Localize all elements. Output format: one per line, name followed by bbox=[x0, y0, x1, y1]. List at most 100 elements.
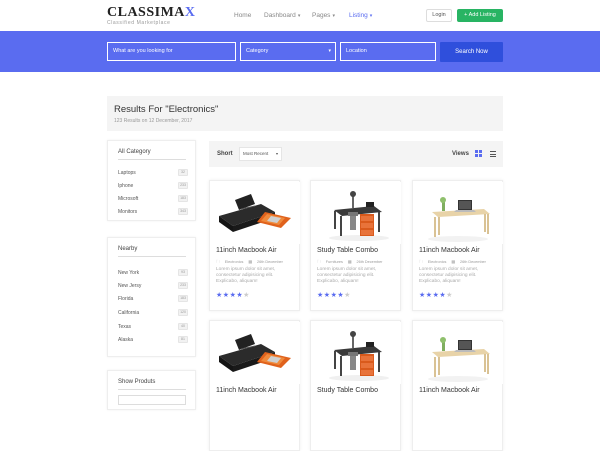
nearby-item-texas[interactable]: Texas 40 bbox=[118, 322, 188, 332]
nearby-item-alaska[interactable]: Alaska 81 bbox=[118, 335, 188, 345]
listing-description: Lorem ipsum dolor sit amet, consectetur … bbox=[317, 267, 377, 284]
star-icon: ★ bbox=[344, 292, 351, 299]
count-badge: 343 bbox=[178, 208, 188, 215]
category-select-label: Category bbox=[246, 48, 269, 54]
results-header: Results For "Electronics" 123 Results on… bbox=[107, 96, 503, 131]
count-badge: 40 bbox=[178, 323, 188, 330]
listing-title[interactable]: Study Table Combo bbox=[317, 247, 378, 254]
star-icon: ★ bbox=[317, 292, 324, 299]
listing-category[interactable]: Furnitures bbox=[326, 260, 343, 264]
brand-name: CLASSIMAX bbox=[107, 5, 196, 20]
nav-pages-menu[interactable]: Pages ▾ bbox=[312, 12, 335, 19]
category-item-iphone[interactable]: Iphone 233 bbox=[118, 181, 188, 191]
listing-date: 26th December bbox=[356, 260, 383, 264]
list-item-label: Laptops bbox=[118, 170, 136, 176]
listing-image[interactable] bbox=[414, 322, 503, 384]
brand-logo[interactable]: CLASSIMAX Classified Marketplace bbox=[107, 5, 196, 27]
listing-card[interactable]: Study Table Combo 🗀 Furnitures ▦ 26th Decem… bbox=[310, 180, 401, 311]
list-item-label: Monitors bbox=[118, 209, 138, 215]
list-item-label: Microsoft bbox=[118, 196, 139, 202]
category-item-monitors[interactable]: Monitors 343 bbox=[118, 207, 188, 217]
category-item-microsoft[interactable]: Microsoft 183 bbox=[118, 194, 188, 204]
nearby-item-new-jersy[interactable]: New Jersy 233 bbox=[118, 281, 188, 291]
nav-dashboard-label: Dashboard bbox=[264, 12, 296, 19]
listing-meta: 🗀 Electronics ▦ 26th December bbox=[419, 259, 491, 266]
nav-pages-label: Pages bbox=[312, 12, 331, 19]
nearby-item-florida[interactable]: Florida 183 bbox=[118, 294, 188, 304]
top-navbar: CLASSIMAX Classified Marketplace Home Da… bbox=[0, 0, 600, 31]
list-view-icon[interactable] bbox=[489, 150, 497, 158]
listing-image[interactable] bbox=[414, 182, 503, 244]
listing-card[interactable]: 11inch Macbook Air bbox=[209, 320, 300, 451]
show-products-input[interactable] bbox=[118, 395, 186, 405]
category-item-laptops[interactable]: Laptops 32 bbox=[118, 168, 188, 178]
views-label: Views bbox=[452, 151, 469, 157]
listing-date: 26th December bbox=[256, 260, 283, 264]
chevron-down-icon: ▾ bbox=[369, 13, 373, 19]
list-item-label: New York bbox=[118, 270, 140, 276]
category-filter-panel: All Category Laptops 32 Iphone 233 Microso… bbox=[107, 140, 196, 221]
listing-image[interactable] bbox=[312, 182, 401, 244]
sort-select[interactable]: Most Recent ▾ bbox=[239, 147, 282, 161]
panel-title: Show Produts bbox=[118, 379, 156, 385]
listing-title[interactable]: 11inch Macbook Air bbox=[419, 387, 480, 394]
star-icon: ★ bbox=[216, 292, 223, 299]
list-item-label: Florida bbox=[118, 296, 134, 302]
listing-card[interactable]: 11inch Macbook Air 🗀 Electronics ▦ 26th Dec… bbox=[412, 180, 503, 311]
listing-title[interactable]: 11inch Macbook Air bbox=[216, 387, 277, 394]
list-item-label: Texas bbox=[118, 324, 132, 330]
listing-meta: 🗀 Electronics ▦ 26th December bbox=[216, 259, 288, 266]
listing-category[interactable]: Electronics bbox=[225, 260, 244, 264]
folder-icon: 🗀 bbox=[419, 260, 423, 264]
location-input[interactable]: Location bbox=[340, 42, 436, 61]
count-badge: 81 bbox=[178, 336, 188, 343]
panel-title: Nearby bbox=[118, 246, 138, 252]
listing-title[interactable]: Study Table Combo bbox=[317, 387, 378, 394]
show-products-panel: Show Produts bbox=[107, 370, 196, 410]
nav-home-link[interactable]: Home bbox=[234, 12, 251, 19]
divider bbox=[118, 256, 186, 257]
list-item-label: New Jersy bbox=[118, 283, 142, 289]
listing-meta: 🗀 Furnitures ▦ 26th December bbox=[317, 259, 387, 266]
listing-description: Lorem ipsum dolor sit amet, consectetur … bbox=[419, 267, 479, 284]
listing-category[interactable]: Electronics bbox=[428, 260, 447, 264]
list-item-label: Alaska bbox=[118, 337, 134, 343]
list-item-label: California bbox=[118, 310, 140, 316]
nearby-item-new-york[interactable]: New York 93 bbox=[118, 268, 188, 278]
rating-stars: ★★★★★ bbox=[317, 291, 351, 299]
listing-title[interactable]: 11inch Macbook Air bbox=[216, 247, 277, 254]
brand-tagline: Classified Marketplace bbox=[107, 20, 171, 26]
count-badge: 183 bbox=[178, 195, 188, 202]
count-badge: 120 bbox=[178, 309, 188, 316]
nav-listing-label: Listing bbox=[349, 12, 368, 19]
listing-image[interactable] bbox=[211, 182, 300, 244]
search-banner: What are you looking for Category ▾ Locat… bbox=[0, 31, 600, 72]
listing-title[interactable]: 11inch Macbook Air bbox=[419, 247, 480, 254]
login-button[interactable]: Login bbox=[426, 9, 452, 22]
chevron-down-icon: ▾ bbox=[275, 151, 278, 156]
star-icon: ★ bbox=[425, 292, 433, 299]
nav-listing-menu[interactable]: Listing ▾ bbox=[349, 12, 372, 19]
nearby-item-california[interactable]: California 120 bbox=[118, 308, 188, 318]
count-badge: 233 bbox=[178, 182, 188, 189]
listing-image[interactable] bbox=[211, 322, 300, 384]
nav-dashboard-menu[interactable]: Dashboard ▾ bbox=[264, 12, 300, 19]
listing-date: 26th December bbox=[459, 260, 486, 264]
listing-image[interactable] bbox=[312, 322, 401, 384]
search-now-button[interactable]: Search Now bbox=[440, 42, 503, 62]
grid-view-icon[interactable] bbox=[475, 150, 483, 158]
search-input[interactable]: What are you looking for bbox=[107, 42, 236, 61]
add-listing-button[interactable]: + Add Listing bbox=[457, 9, 503, 22]
divider bbox=[118, 159, 186, 160]
sort-label: Short bbox=[217, 151, 233, 157]
star-icon: ★ bbox=[446, 292, 453, 299]
list-item-label: Iphone bbox=[118, 183, 134, 189]
category-select[interactable]: Category ▾ bbox=[240, 42, 336, 61]
listing-card[interactable]: 11inch Macbook Air 🗀 Electronics ▦ 26th Dec… bbox=[209, 180, 300, 311]
listing-card[interactable]: 11inch Macbook Air bbox=[412, 320, 503, 451]
sort-toolbar: Short Most Recent ▾ Views bbox=[209, 141, 503, 167]
chevron-down-icon: ▾ bbox=[328, 48, 331, 54]
listing-card[interactable]: Study Table Combo bbox=[310, 320, 401, 451]
count-badge: 32 bbox=[178, 169, 188, 176]
count-badge: 233 bbox=[178, 282, 188, 289]
